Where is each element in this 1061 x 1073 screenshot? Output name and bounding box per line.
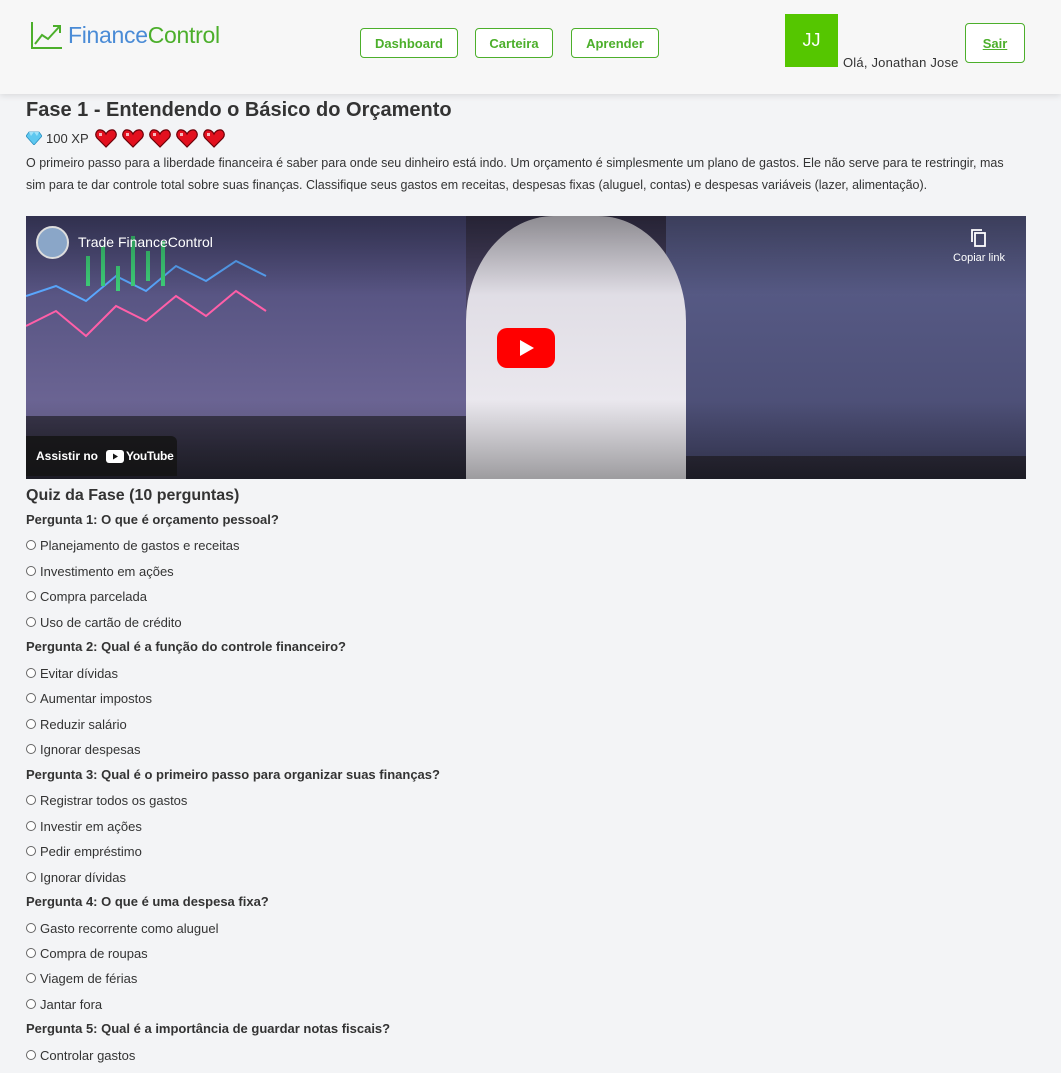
video-player[interactable]: Trade FinanceControl Copiar link Assisti… (26, 216, 1026, 479)
radio-button[interactable] (26, 999, 36, 1009)
user-greeting: Olá, Jonathan Jose (843, 55, 959, 70)
answer-label: Ignorar despesas (40, 741, 141, 757)
radio-button[interactable] (26, 540, 36, 550)
xp-value: 100 XP (46, 130, 89, 146)
nav-dashboard-button[interactable]: Dashboard (360, 28, 458, 58)
play-icon[interactable] (497, 328, 555, 368)
radio-button[interactable] (26, 948, 36, 958)
answer-label: Investir em ações (40, 818, 142, 834)
answer-label: Jantar fora (40, 996, 103, 1012)
radio-button[interactable] (26, 668, 36, 678)
radio-button[interactable] (26, 719, 36, 729)
nav-aprender-button[interactable]: Aprender (571, 28, 659, 58)
answer-label: Compra de roupas (40, 945, 148, 961)
radio-button[interactable] (26, 591, 36, 601)
youtube-wordmark: YouTube (126, 449, 174, 463)
copy-link-button[interactable]: Copiar link (944, 228, 1014, 268)
answer-label: Compra parcelada (40, 588, 147, 604)
youtube-logo: YouTube (106, 449, 174, 463)
watch-on-label: Assistir no (36, 449, 99, 463)
answer-option[interactable]: Ignorar despesas (26, 741, 140, 757)
answer-option[interactable]: Uso de cartão de crédito (26, 614, 182, 630)
answer-label: Viagem de férias (40, 970, 138, 986)
answer-option[interactable]: Planejamento de gastos e receitas (26, 537, 239, 553)
nav-carteira-button[interactable]: Carteira (475, 28, 553, 58)
heart-icon (175, 128, 198, 148)
answer-label: Registrar todos os gastos (40, 792, 188, 808)
watch-on-youtube-button[interactable]: Assistir no YouTube (26, 436, 177, 476)
youtube-icon (106, 449, 125, 463)
logout-button[interactable]: Sair (965, 23, 1025, 63)
heart-icon (202, 128, 225, 148)
heart-icon (148, 128, 171, 148)
radio-button[interactable] (26, 973, 36, 983)
avatar[interactable]: JJ (785, 14, 838, 67)
answer-label: Investimento em ações (40, 563, 174, 579)
answer-option[interactable]: Compra parcelada (26, 588, 147, 604)
answer-label: Pedir empréstimo (40, 843, 142, 859)
answer-label: Controlar gastos (40, 1047, 136, 1063)
answer-option[interactable]: Registrar todos os gastos (26, 792, 187, 808)
answer-label: Gasto recorrente como aluguel (40, 920, 219, 936)
answer-label: Planejamento de gastos e receitas (40, 537, 240, 553)
question-text: Pergunta 3: Qual é o primeiro passo para… (26, 767, 440, 782)
question-text: Pergunta 4: O que é uma despesa fixa? (26, 894, 269, 909)
phase-description: O primeiro passo para a liberdade financ… (26, 156, 1004, 192)
logo-text: FinanceControl (68, 22, 220, 49)
answer-label: Aumentar impostos (40, 690, 152, 706)
radio-button[interactable] (26, 693, 36, 703)
answer-option[interactable]: Reduzir salário (26, 716, 127, 732)
diamond-icon (26, 131, 42, 145)
answer-option[interactable]: Compra de roupas (26, 945, 148, 961)
answer-option[interactable]: Ignorar dívidas (26, 869, 126, 885)
phase-stats: 100 XP (26, 128, 230, 148)
channel-name[interactable]: Trade FinanceControl (78, 234, 213, 250)
quiz-title: Quiz da Fase (10 perguntas) (26, 487, 240, 504)
logo[interactable]: FinanceControl (30, 18, 220, 52)
logo-text-finance: Finance (68, 21, 148, 48)
answer-option[interactable]: Pedir empréstimo (26, 843, 142, 859)
radio-button[interactable] (26, 566, 36, 576)
answer-option[interactable]: Viagem de férias (26, 970, 137, 986)
answer-option[interactable]: Evitar dívidas (26, 665, 118, 681)
answer-label: Uso de cartão de crédito (40, 614, 182, 630)
heart-icon (94, 128, 117, 148)
heart-icon (121, 128, 144, 148)
channel-avatar[interactable] (36, 226, 69, 259)
answer-label: Reduzir salário (40, 716, 127, 732)
answer-option[interactable]: Controlar gastos (26, 1047, 135, 1063)
radio-button[interactable] (26, 744, 36, 754)
answer-option[interactable]: Gasto recorrente como aluguel (26, 920, 218, 936)
chart-trend-icon (31, 22, 62, 49)
question-text: Pergunta 2: Qual é a função do controle … (26, 639, 346, 654)
copy-link-label: Copiar link (953, 252, 1005, 264)
copy-icon (971, 229, 986, 247)
radio-button[interactable] (26, 821, 36, 831)
radio-button[interactable] (26, 1050, 36, 1060)
logo-text-control: Control (147, 21, 220, 48)
question-text: Pergunta 5: Qual é a importância de guar… (26, 1021, 391, 1036)
top-header: FinanceControl Dashboard Carteira Aprend… (0, 0, 1061, 94)
answer-label: Ignorar dívidas (40, 869, 126, 885)
answer-option[interactable]: Jantar fora (26, 996, 102, 1012)
radio-button[interactable] (26, 846, 36, 856)
radio-button[interactable] (26, 617, 36, 627)
answer-option[interactable]: Investimento em ações (26, 563, 174, 579)
phase-title: Fase 1 - Entendendo o Básico do Orçament… (26, 99, 452, 121)
radio-button[interactable] (26, 923, 36, 933)
radio-button[interactable] (26, 795, 36, 805)
question-text: Pergunta 1: O que é orçamento pessoal? (26, 512, 279, 527)
radio-button[interactable] (26, 872, 36, 882)
answer-option[interactable]: Aumentar impostos (26, 690, 152, 706)
answer-label: Evitar dívidas (40, 665, 119, 681)
answer-option[interactable]: Investir em ações (26, 818, 142, 834)
